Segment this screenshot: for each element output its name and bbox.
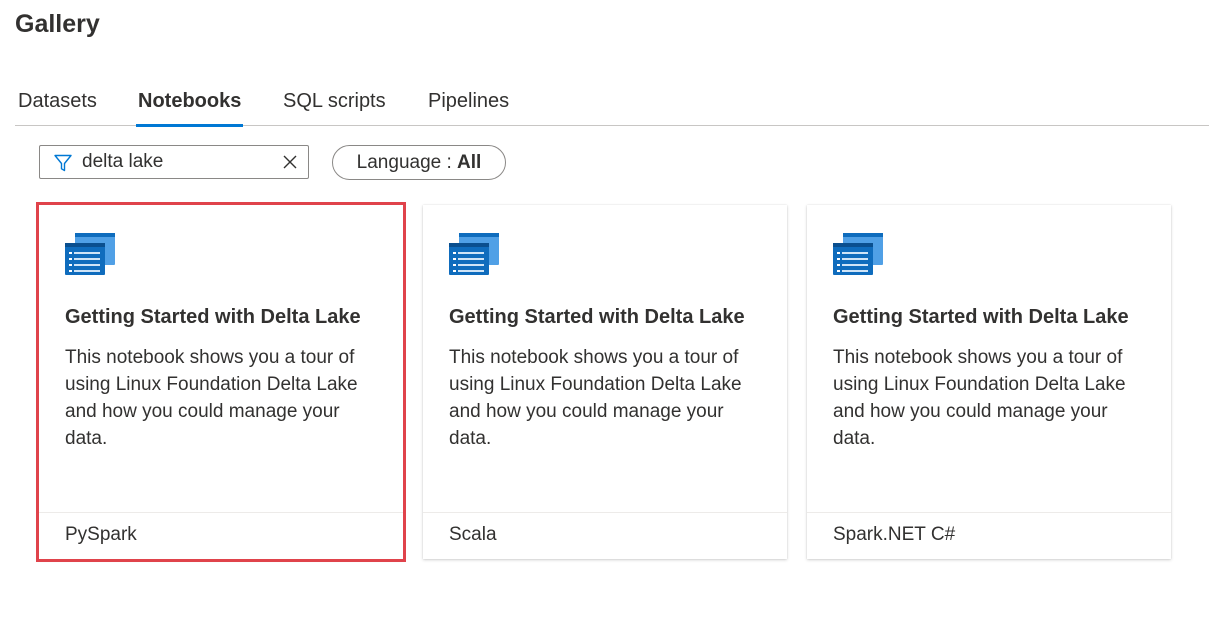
- search-input[interactable]: [82, 150, 272, 174]
- filter-icon: [54, 154, 72, 172]
- card-divider: [39, 512, 403, 513]
- notebook-card[interactable]: Getting Started with Delta Lake This not…: [423, 205, 787, 559]
- card-title: Getting Started with Delta Lake: [449, 306, 745, 328]
- card-title: Getting Started with Delta Lake: [833, 306, 1129, 328]
- page-title: Gallery: [15, 10, 100, 38]
- notebook-card[interactable]: Getting Started with Delta Lake This not…: [807, 205, 1171, 559]
- card-divider: [807, 512, 1171, 513]
- language-filter-button[interactable]: Language : All: [332, 145, 506, 180]
- card-language: Spark.NET C#: [833, 524, 956, 545]
- card-description: This notebook shows you a tour of using …: [449, 347, 742, 449]
- close-icon[interactable]: [282, 154, 298, 170]
- card-divider: [423, 512, 787, 513]
- card-description: This notebook shows you a tour of using …: [65, 347, 358, 449]
- notebook-icon: [833, 233, 883, 275]
- notebook-card[interactable]: Getting Started with Delta Lake This not…: [36, 202, 406, 562]
- notebook-icon: [65, 233, 115, 275]
- tab-datasets[interactable]: Datasets: [18, 84, 97, 126]
- tab-notebooks[interactable]: Notebooks: [135, 84, 244, 127]
- tab-pipelines[interactable]: Pipelines: [428, 84, 509, 126]
- card-language: Scala: [449, 524, 497, 545]
- gallery-tabs: Datasets Notebooks SQL scripts Pipelines: [15, 84, 1209, 127]
- notebook-icon: [449, 233, 499, 275]
- language-filter-label: Language :: [356, 152, 458, 173]
- search-filter-box: [39, 145, 309, 179]
- card-language: PySpark: [65, 524, 137, 545]
- gallery-page: Gallery Datasets Notebooks SQL scripts P…: [0, 0, 1209, 617]
- tab-sql-scripts[interactable]: SQL scripts: [283, 84, 386, 126]
- card-title: Getting Started with Delta Lake: [65, 306, 361, 328]
- language-filter-value: All: [457, 152, 482, 173]
- card-description: This notebook shows you a tour of using …: [833, 347, 1126, 449]
